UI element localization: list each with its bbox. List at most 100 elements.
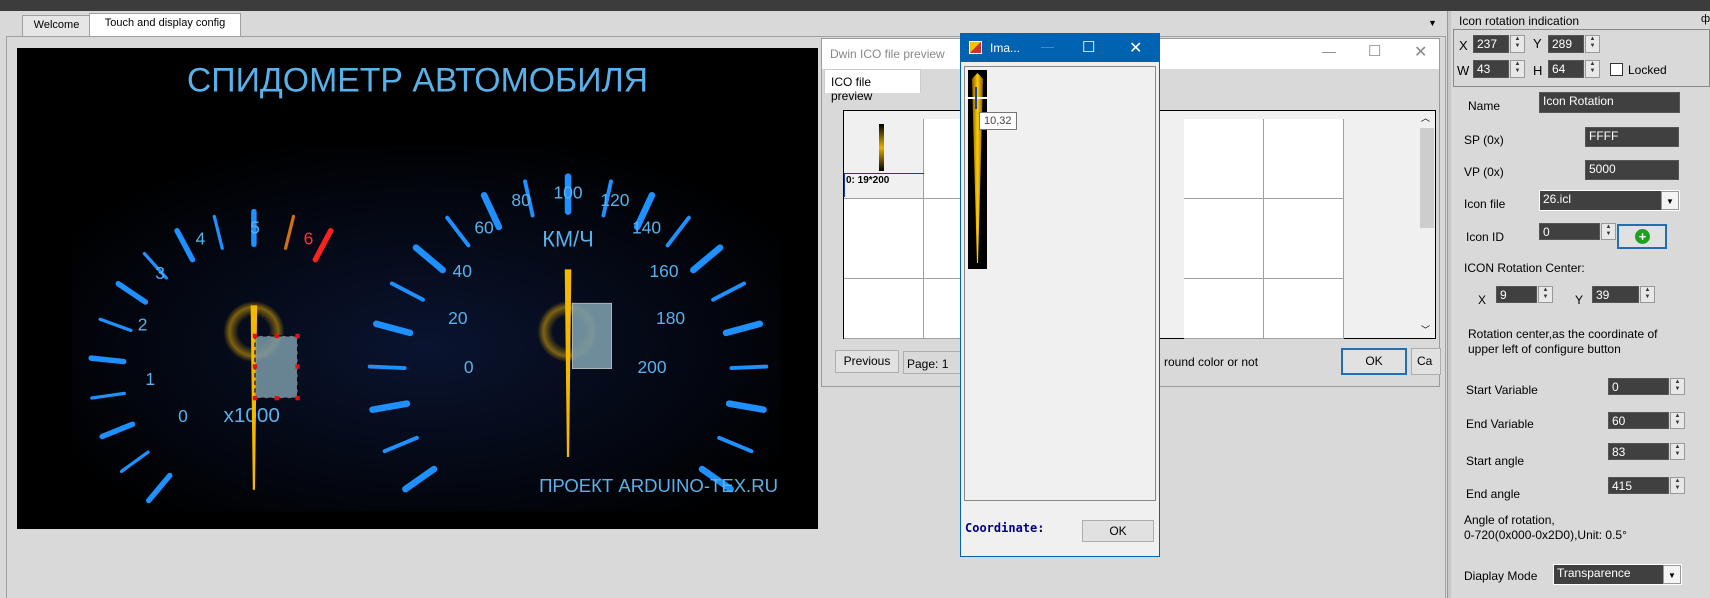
maximize-icon[interactable]: ☐ xyxy=(1368,42,1381,60)
coordinate-tooltip: 10,32 xyxy=(979,112,1017,130)
page-indicator: Page: 1 xyxy=(903,351,963,374)
tab-touch-display-config[interactable]: Touch and display config xyxy=(89,13,241,37)
start-angle-spinner[interactable]: ▲ ▼ xyxy=(1670,443,1685,460)
tab-ico-file-preview[interactable]: ICO file preview xyxy=(824,69,921,103)
needle-thumbnail xyxy=(879,124,884,171)
ok-button[interactable]: OK xyxy=(1341,348,1407,375)
chevron-down-icon[interactable]: ▼ xyxy=(1661,191,1679,210)
angle-note: 0-720(0x000-0x2D0),Unit: 0.5° xyxy=(1464,528,1627,542)
tab-welcome[interactable]: Welcome xyxy=(22,15,91,36)
name-label: Name xyxy=(1468,99,1501,113)
start-angle-label: Start angle xyxy=(1466,454,1525,468)
needle-image xyxy=(968,70,987,269)
speed-label: 160 xyxy=(649,261,678,281)
scroll-down-icon[interactable]: ﹀ xyxy=(1421,323,1430,336)
tach-label: 5 xyxy=(250,217,260,237)
display-mode-select[interactable]: Transparence ▼ xyxy=(1553,564,1682,585)
rotation-center-note: upper left of configure button xyxy=(1468,342,1621,356)
h-label: H xyxy=(1533,63,1543,78)
y-input[interactable]: 289 xyxy=(1548,35,1584,53)
tach-needle-selection[interactable] xyxy=(254,335,299,399)
display-mode-label: Diaplay Mode xyxy=(1464,569,1538,583)
scroll-up-icon[interactable]: ︿ xyxy=(1421,111,1430,124)
speed-label: 60 xyxy=(474,217,494,237)
properties-panel: Icon rotation indication ф X 237 ▲ ▼ Y 28… xyxy=(1451,11,1710,598)
speed-label: 180 xyxy=(656,308,685,328)
previous-button[interactable]: Previous xyxy=(835,350,899,373)
speed-label: 40 xyxy=(453,261,473,281)
name-input[interactable]: Icon Rotation xyxy=(1539,92,1680,113)
y-label: Y xyxy=(1533,36,1542,51)
speed-label: 140 xyxy=(632,217,661,237)
minimize-icon[interactable]: — xyxy=(1322,43,1336,59)
tach-label: 0 xyxy=(178,406,188,426)
display-mode-value: Transparence xyxy=(1557,566,1631,580)
end-angle-spinner[interactable]: ▲ ▼ xyxy=(1670,477,1685,494)
sp-label: SP (0x) xyxy=(1464,133,1504,147)
end-angle-input[interactable]: 415 xyxy=(1608,477,1669,494)
rc-y-label: Y xyxy=(1575,293,1584,307)
cancel-button[interactable]: Ca xyxy=(1411,348,1441,375)
pin-icon[interactable]: ф xyxy=(1701,13,1710,25)
icon-id-label: Icon ID xyxy=(1466,230,1505,244)
speed-label: 120 xyxy=(600,190,629,210)
maximize-icon[interactable]: ☐ xyxy=(1082,38,1095,56)
x-spinner[interactable]: ▲ ▼ xyxy=(1510,35,1525,53)
close-icon[interactable]: ✕ xyxy=(1129,38,1142,58)
sp-input[interactable]: FFFF xyxy=(1585,127,1679,147)
speedometer-image: СПИДОМЕТР АВТОМОБИЛЯ 0 1 2 3 4 5 6 x1000… xyxy=(71,62,781,512)
start-variable-spinner[interactable]: ▲ ▼ xyxy=(1670,378,1685,395)
image-viewer[interactable]: 10,32 xyxy=(964,66,1156,501)
rotation-center-x-input[interactable]: 9 xyxy=(1496,286,1537,303)
scrollbar[interactable]: ︿ ﹀ xyxy=(1419,111,1435,338)
h-spinner[interactable]: ▲ ▼ xyxy=(1585,60,1600,78)
speed-label: 80 xyxy=(511,190,531,210)
speed-needle-box[interactable] xyxy=(572,302,612,369)
rotation-center-y-input[interactable]: 39 xyxy=(1592,286,1639,303)
end-variable-label: End Variable xyxy=(1466,417,1534,431)
icon-file-label: Icon file xyxy=(1464,197,1506,211)
image-window: Ima... — ☐ ✕ 10,32 Coordinate: OK xyxy=(960,33,1160,557)
coordinate-label: Coordinate: xyxy=(965,521,1045,535)
start-variable-label: Start Variable xyxy=(1466,383,1538,397)
close-icon[interactable]: ✕ xyxy=(1414,42,1427,62)
icon-file-select[interactable]: 26.icl ▼ xyxy=(1539,190,1680,211)
tab-dropdown-icon[interactable]: ▼ xyxy=(1428,18,1437,28)
end-variable-input[interactable]: 60 xyxy=(1608,412,1669,429)
chevron-down-icon[interactable]: ▼ xyxy=(1663,565,1681,584)
start-variable-input[interactable]: 0 xyxy=(1608,378,1669,395)
add-icon-button[interactable]: + xyxy=(1617,224,1667,249)
icon-id-input[interactable]: 0 xyxy=(1539,223,1600,240)
minimize-icon[interactable]: — xyxy=(1041,39,1054,54)
locked-checkbox[interactable] xyxy=(1610,63,1623,76)
vp-label: VP (0x) xyxy=(1464,165,1504,179)
speed-label: 20 xyxy=(448,308,468,328)
rc-x-spinner[interactable]: ▲ ▼ xyxy=(1538,286,1553,303)
title-bar xyxy=(0,0,1710,11)
end-angle-label: End angle xyxy=(1466,487,1521,501)
tach-label: 2 xyxy=(138,314,148,334)
start-angle-input[interactable]: 83 xyxy=(1608,443,1669,460)
x-label: X xyxy=(1459,38,1468,53)
speed-label: 100 xyxy=(553,183,582,203)
y-spinner[interactable]: ▲ ▼ xyxy=(1585,35,1600,53)
ok-button[interactable]: OK xyxy=(1082,520,1154,542)
image-window-titlebar: Ima... — ☐ ✕ xyxy=(961,34,1159,62)
x-input[interactable]: 237 xyxy=(1473,35,1509,53)
w-spinner[interactable]: ▲ ▼ xyxy=(1510,60,1525,78)
scroll-thumb[interactable] xyxy=(1420,128,1434,228)
display-canvas[interactable]: СПИДОМЕТР АВТОМОБИЛЯ 0 1 2 3 4 5 6 x1000… xyxy=(17,48,818,529)
icon-cell-0[interactable]: 0: 19*200 xyxy=(844,119,924,199)
window-title: Ima... xyxy=(990,41,1021,55)
h-input[interactable]: 64 xyxy=(1548,60,1584,78)
rc-y-spinner[interactable]: ▲ ▼ xyxy=(1640,286,1655,303)
w-input[interactable]: 43 xyxy=(1473,60,1509,78)
gauge-tick xyxy=(88,355,127,365)
gauge-tick xyxy=(729,364,769,371)
canvas-footer: ПРОЕКТ ARDUINO-TEX.RU xyxy=(539,475,778,496)
icon-id-spinner[interactable]: ▲ ▼ xyxy=(1601,223,1616,240)
end-variable-spinner[interactable]: ▲ ▼ xyxy=(1670,412,1685,429)
vp-input[interactable]: 5000 xyxy=(1585,160,1679,180)
rotation-center-note: Rotation center,as the coordinate of xyxy=(1468,327,1658,341)
locked-label: Locked xyxy=(1628,63,1667,77)
